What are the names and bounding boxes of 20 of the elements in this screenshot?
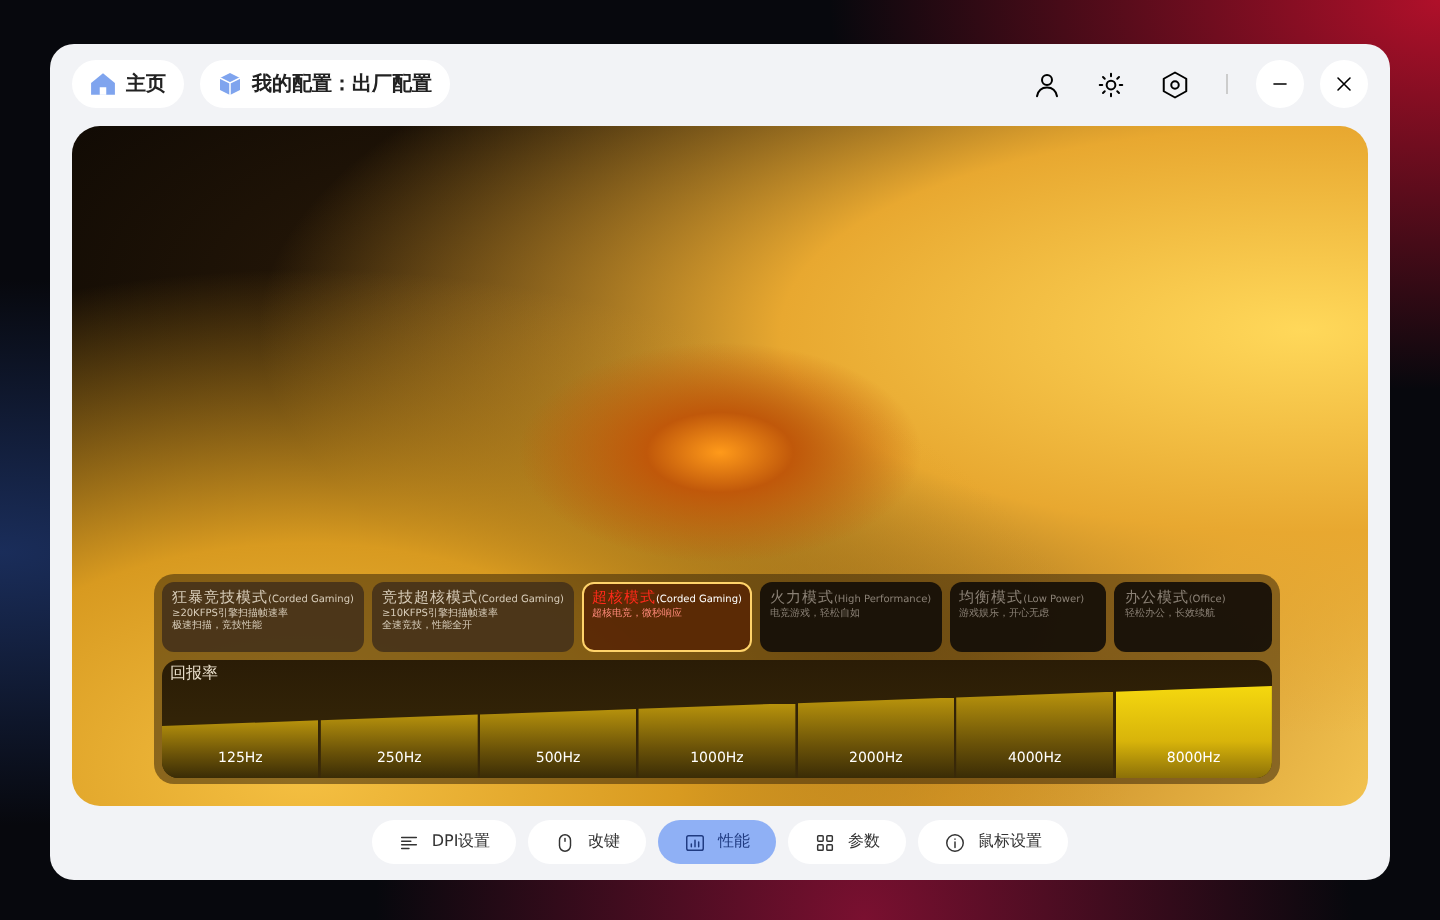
close-button[interactable]	[1320, 60, 1368, 108]
sun-icon	[1095, 69, 1125, 99]
nav-tab[interactable]: 鼠标设置	[918, 820, 1069, 864]
list-icon	[397, 831, 420, 853]
close-icon	[1332, 72, 1356, 96]
cube-icon	[218, 72, 242, 96]
nav-tab[interactable]: 性能	[658, 820, 777, 864]
settings-icon	[1159, 69, 1189, 99]
nav-tab[interactable]: 参数	[788, 820, 907, 864]
nav-tab[interactable]: DPI设置	[371, 820, 517, 864]
mouse-icon	[554, 831, 577, 853]
nav-tab[interactable]: 改键	[528, 820, 647, 864]
chart-icon	[684, 831, 707, 853]
home-button[interactable]: 主页	[72, 60, 184, 108]
polling-rate-label: 回报率	[168, 666, 220, 682]
house-icon	[90, 72, 116, 96]
profile-button[interactable]: 我的配置：出厂配置	[200, 60, 450, 108]
info-icon	[944, 831, 967, 853]
person-icon	[1031, 69, 1061, 99]
grid-icon	[814, 831, 837, 853]
